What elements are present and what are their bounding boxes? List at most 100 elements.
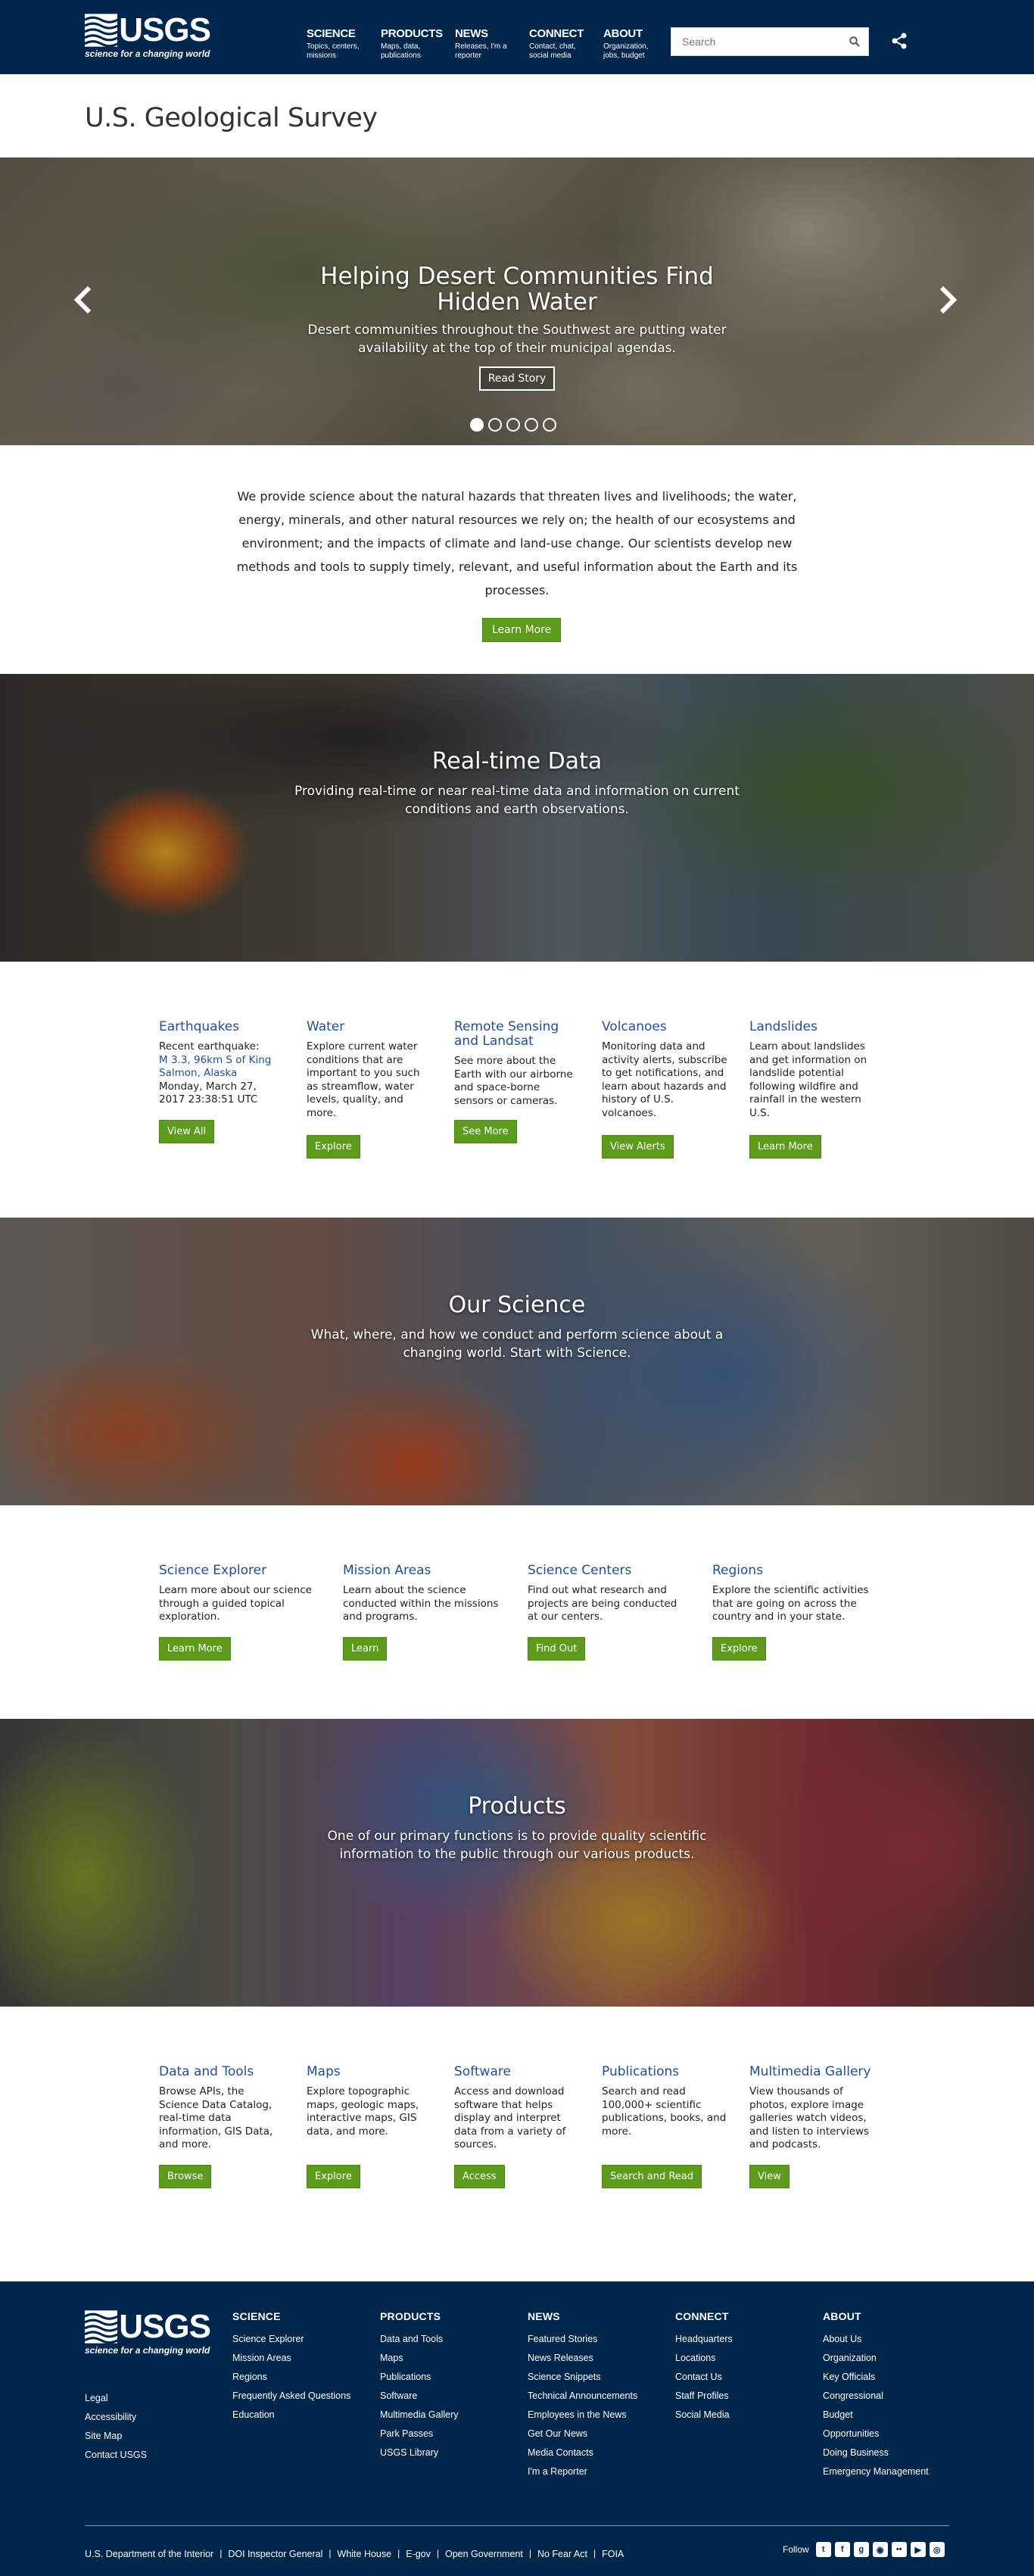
access-button[interactable]: Access xyxy=(454,2165,505,2188)
footer-link[interactable]: About Us xyxy=(823,2330,929,2349)
footer-link[interactable]: Technical Announcements xyxy=(528,2387,637,2406)
science-explorer-learn-more-button[interactable]: Learn More xyxy=(159,1637,231,1661)
footer-link-accessibility[interactable]: Accessibility xyxy=(85,2408,147,2427)
footer-link[interactable]: Software xyxy=(380,2387,459,2406)
googleplus-icon[interactable]: g xyxy=(853,2542,869,2557)
share-icon[interactable] xyxy=(890,32,908,50)
card-title[interactable]: Landslides xyxy=(749,1020,874,1034)
usgs-logo[interactable]: USGS science for a changing world xyxy=(85,14,211,61)
footer-link[interactable]: Staff Profiles xyxy=(675,2387,733,2406)
footer-link-doi-ig[interactable]: DOI Inspector General xyxy=(228,2548,322,2560)
footer-usgs-logo[interactable]: USGS science for a changing world xyxy=(85,2310,211,2357)
see-more-button[interactable]: See More xyxy=(454,1120,517,1143)
nav-science[interactable]: SCIENCE Topics, centers, missions xyxy=(307,27,381,61)
search-and-read-button[interactable]: Search and Read xyxy=(602,2165,702,2188)
footer-link-white-house[interactable]: White House xyxy=(338,2548,392,2560)
footer-link-no-fear-act[interactable]: No Fear Act xyxy=(537,2548,587,2560)
carousel-dot-4[interactable] xyxy=(525,418,538,432)
footer-link[interactable]: Opportunities xyxy=(823,2425,929,2443)
carousel-next-arrow-icon[interactable] xyxy=(936,285,958,315)
mission-areas-learn-button[interactable]: Learn xyxy=(343,1637,388,1661)
footer-link[interactable]: Science Explorer xyxy=(232,2330,350,2349)
search-button[interactable] xyxy=(841,28,868,55)
card-title[interactable]: Science Centers xyxy=(528,1564,687,1578)
footer-link[interactable]: Science Snippets xyxy=(528,2368,637,2387)
carousel-prev-arrow-icon[interactable] xyxy=(73,285,95,315)
view-button[interactable]: View xyxy=(749,2165,790,2188)
footer-link[interactable]: Featured Stories xyxy=(528,2330,637,2349)
card-title[interactable]: Volcanoes xyxy=(602,1020,730,1034)
card-title[interactable]: Regions xyxy=(712,1564,875,1578)
footer-link[interactable]: Doing Business xyxy=(823,2443,929,2462)
maps-explore-button[interactable]: Explore xyxy=(307,2165,360,2188)
footer-link[interactable]: I'm a Reporter xyxy=(528,2462,637,2481)
card-title[interactable]: Mission Areas xyxy=(343,1564,506,1578)
footer-link[interactable]: Multimedia Gallery xyxy=(380,2406,459,2425)
footer-link[interactable]: Contact Us xyxy=(675,2368,733,2387)
github-icon[interactable]: ◉ xyxy=(872,2542,888,2557)
intro-learn-more-button[interactable]: Learn More xyxy=(482,618,562,642)
carousel-dot-3[interactable] xyxy=(506,418,520,432)
footer-link-doi[interactable]: U.S. Department of the Interior xyxy=(85,2548,213,2560)
youtube-icon[interactable]: ▶ xyxy=(910,2542,926,2557)
footer-link[interactable]: Frequently Asked Questions xyxy=(232,2387,350,2406)
footer-link-egov[interactable]: E-gov xyxy=(406,2548,431,2560)
nav-news[interactable]: NEWS Releases, I'm a reporter xyxy=(455,27,529,61)
card-title[interactable]: Data and Tools xyxy=(159,2065,284,2079)
card-title[interactable]: Remote Sensing and Landsat xyxy=(454,1020,579,1049)
footer-link[interactable]: Publications xyxy=(380,2368,459,2387)
explore-water-button[interactable]: Explore xyxy=(307,1135,360,1159)
footer-link-open-government[interactable]: Open Government xyxy=(445,2548,523,2560)
footer-link[interactable]: Locations xyxy=(675,2349,733,2368)
logo-tagline: science for a changing world xyxy=(85,2345,210,2356)
view-all-button[interactable]: View All xyxy=(159,1120,215,1143)
recent-earthquake-link[interactable]: M 3.3, 96km S of King Salmon, Alaska xyxy=(159,1054,271,1080)
footer-link[interactable]: Data and Tools xyxy=(380,2330,459,2349)
footer-link[interactable]: Park Passes xyxy=(380,2425,459,2443)
footer-link[interactable]: Education xyxy=(232,2406,350,2425)
card-title[interactable]: Water xyxy=(307,1020,431,1034)
footer-link[interactable]: Congressional xyxy=(823,2387,929,2406)
flickr-icon[interactable]: •• xyxy=(891,2542,907,2557)
footer-link[interactable]: Regions xyxy=(232,2368,350,2387)
footer-link[interactable]: Key Officials xyxy=(823,2368,929,2387)
instagram-icon[interactable]: ◎ xyxy=(929,2542,945,2557)
footer-link[interactable]: Media Contacts xyxy=(528,2443,637,2462)
footer-link[interactable]: Maps xyxy=(380,2349,459,2368)
card-title[interactable]: Science Explorer xyxy=(159,1564,318,1578)
regions-explore-button[interactable]: Explore xyxy=(712,1637,766,1661)
footer-link[interactable]: Organization xyxy=(823,2349,929,2368)
footer-link[interactable]: Budget xyxy=(823,2406,929,2425)
nav-products[interactable]: PRODUCTS Maps, data, publications xyxy=(381,27,455,61)
footer-link[interactable]: USGS Library xyxy=(380,2443,459,2462)
find-out-button[interactable]: Find Out xyxy=(528,1637,586,1661)
view-alerts-button[interactable]: View Alerts xyxy=(602,1135,674,1159)
read-story-button[interactable]: Read Story xyxy=(478,366,556,391)
facebook-icon[interactable]: f xyxy=(834,2542,850,2557)
footer-link-legal[interactable]: Legal xyxy=(85,2389,147,2408)
footer-link[interactable]: Get Our News xyxy=(528,2425,637,2443)
footer-link-foia[interactable]: FOIA xyxy=(602,2548,624,2560)
card-title[interactable]: Earthquakes xyxy=(159,1020,284,1034)
card-title[interactable]: Maps xyxy=(307,2065,431,2079)
nav-about[interactable]: ABOUT Organization, jobs, budget xyxy=(603,27,677,61)
carousel-dot-1[interactable] xyxy=(470,418,484,432)
search-input[interactable] xyxy=(671,28,841,55)
footer-link[interactable]: Social Media xyxy=(675,2406,733,2425)
nav-connect[interactable]: CONNECT Contact, chat, social media xyxy=(529,27,603,61)
card-title[interactable]: Multimedia Gallery xyxy=(749,2065,878,2079)
browse-button[interactable]: Browse xyxy=(159,2165,212,2188)
footer-link[interactable]: News Releases xyxy=(528,2349,637,2368)
twitter-icon[interactable]: t xyxy=(815,2542,831,2557)
footer-link[interactable]: Headquarters xyxy=(675,2330,733,2349)
carousel-dot-5[interactable] xyxy=(543,418,556,432)
landslides-learn-more-button[interactable]: Learn More xyxy=(749,1135,821,1159)
footer-link-contact-usgs[interactable]: Contact USGS xyxy=(85,2446,147,2465)
footer-link[interactable]: Employees in the News xyxy=(528,2406,637,2425)
card-title[interactable]: Software xyxy=(454,2065,579,2079)
footer-link[interactable]: Mission Areas xyxy=(232,2349,350,2368)
footer-link-site-map[interactable]: Site Map xyxy=(85,2427,147,2446)
card-title[interactable]: Publications xyxy=(602,2065,727,2079)
footer-link[interactable]: Emergency Management xyxy=(823,2462,929,2481)
carousel-dot-2[interactable] xyxy=(488,418,502,432)
